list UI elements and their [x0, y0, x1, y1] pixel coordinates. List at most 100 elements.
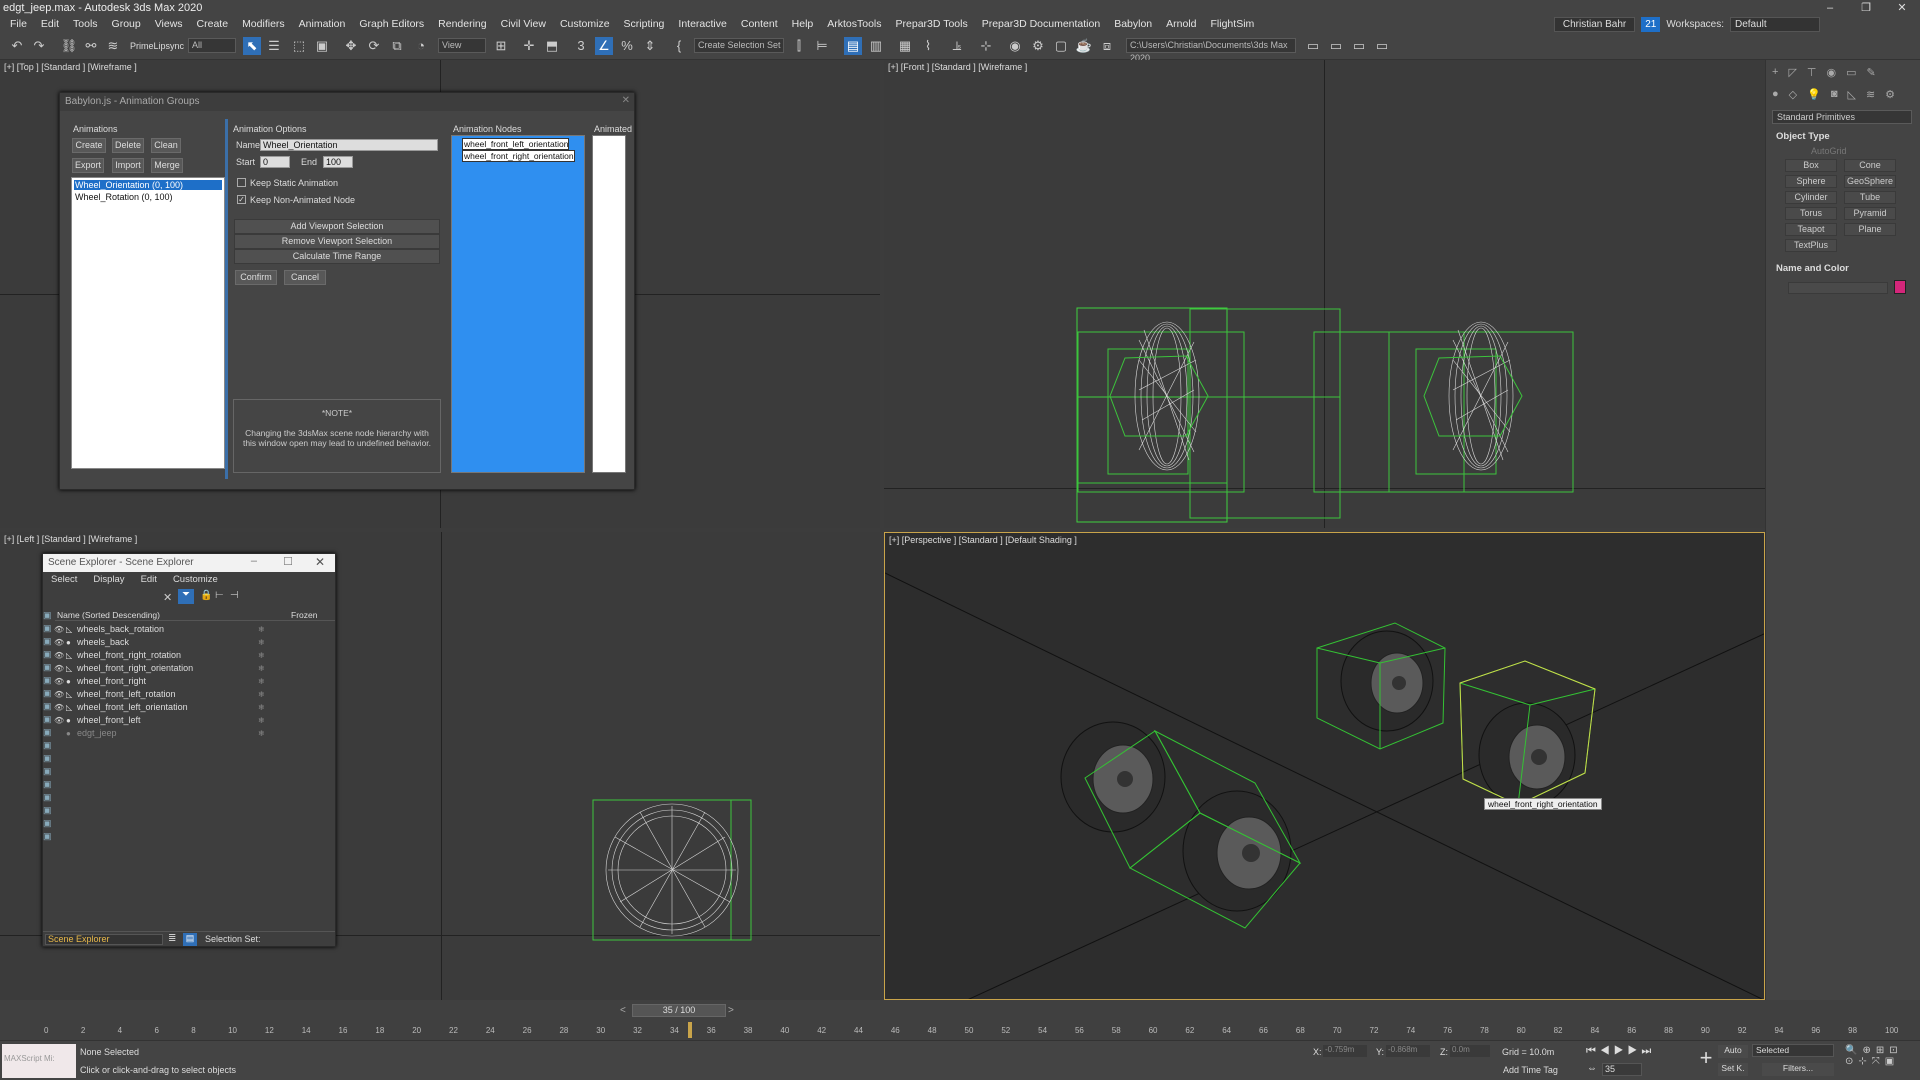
frozen-icon[interactable]: ❄: [258, 623, 265, 636]
scene-explorer-icon[interactable]: ▤: [844, 37, 862, 55]
notification-badge[interactable]: 21: [1641, 16, 1661, 32]
calculate-time-range-button[interactable]: Calculate Time Range: [234, 249, 440, 264]
spacewarps-icon[interactable]: ≋: [1866, 88, 1875, 102]
frozen-icon[interactable]: ❄: [258, 727, 265, 740]
table-row[interactable]: 👁 ● wheels_back ❄: [53, 636, 279, 649]
import-button[interactable]: Import: [112, 158, 144, 173]
create-tab-icon[interactable]: +: [1772, 66, 1778, 80]
menu-edit[interactable]: Edit: [34, 18, 66, 30]
lock-icon[interactable]: 🔒: [200, 590, 212, 601]
menu-customize[interactable]: Customize: [553, 18, 617, 30]
frozen-icon[interactable]: ❄: [258, 701, 265, 714]
scene-explorer-maximize-icon[interactable]: ☐: [283, 555, 293, 568]
splitter[interactable]: [225, 119, 228, 479]
scene-explorer-close-icon[interactable]: ✕: [315, 555, 325, 569]
tube-button[interactable]: Tube: [1844, 191, 1896, 204]
dialog-close-icon[interactable]: ✕: [622, 95, 630, 106]
export-button[interactable]: Export: [72, 158, 104, 173]
primitives-select[interactable]: Standard Primitives: [1772, 110, 1912, 124]
se-menu-customize[interactable]: Customize: [173, 573, 218, 587]
menu-file[interactable]: File: [3, 18, 34, 30]
key-filter-select[interactable]: Selected: [1752, 1044, 1834, 1057]
table-row[interactable]: 👁 ◺ wheel_front_right_orientation ❄: [53, 662, 279, 675]
select-object-icon[interactable]: ⬉: [243, 37, 261, 55]
user-account-button[interactable]: Christian Bahr: [1553, 16, 1636, 32]
rotate-icon[interactable]: ⟳: [365, 37, 383, 55]
visibility-icon[interactable]: 👁: [54, 662, 64, 675]
frozen-icon[interactable]: ❄: [258, 636, 265, 649]
menu-modifiers[interactable]: Modifiers: [235, 18, 292, 30]
frozen-icon[interactable]: ❄: [258, 649, 265, 662]
curve-editor-icon[interactable]: ⌇: [919, 37, 937, 55]
edit-named-sel-icon[interactable]: {: [670, 37, 688, 55]
menu-graph-editors[interactable]: Graph Editors: [352, 18, 431, 30]
table-row[interactable]: ● edgt_jeep ❄: [53, 727, 279, 740]
angle-snap-icon[interactable]: ∠: [595, 37, 613, 55]
spinner-snap-icon[interactable]: ⇕: [641, 37, 659, 55]
object-type-rollout[interactable]: Object Type: [1772, 130, 1912, 144]
frozen-icon[interactable]: ❄: [258, 688, 265, 701]
ribbon-icon[interactable]: ▦: [896, 37, 914, 55]
geometry-icon[interactable]: ●: [1772, 88, 1779, 102]
menu-prepar3d-tools[interactable]: Prepar3D Tools: [889, 18, 975, 30]
mirror-icon[interactable]: ⫿: [790, 37, 808, 55]
percent-snap-icon[interactable]: %: [618, 37, 636, 55]
key-filters-button[interactable]: Filters...: [1762, 1063, 1834, 1076]
render-online-icon[interactable]: ⧈: [1098, 37, 1116, 55]
key-mode-icon[interactable]: ⇔: [1587, 1063, 1597, 1074]
menu-scripting[interactable]: Scripting: [617, 18, 672, 30]
pivot-icon[interactable]: ⊞: [492, 37, 510, 55]
table-row[interactable]: 👁 ◺ wheel_front_left_rotation ❄: [53, 688, 279, 701]
named-selection-set-select[interactable]: Create Selection Set: [694, 38, 784, 53]
y-coord-field[interactable]: -0.868m: [1386, 1045, 1430, 1057]
visibility-icon[interactable]: 👁: [54, 714, 64, 727]
project-path-field[interactable]: C:\Users\Christian\Documents\3ds Max 202…: [1126, 38, 1296, 63]
viewport-front[interactable]: [+] [Front ] [Standard ] [Wireframe ]: [884, 60, 1765, 528]
move-icon[interactable]: ✥: [342, 37, 360, 55]
menu-arktostools[interactable]: ArktosTools: [820, 18, 888, 30]
menu-rendering[interactable]: Rendering: [431, 18, 493, 30]
save-folder-icon[interactable]: ▭: [1350, 37, 1368, 55]
utilities-tab-icon[interactable]: ✎: [1867, 66, 1876, 80]
viewport-perspective[interactable]: [+] [Perspective ] [Standard ] [Default …: [884, 532, 1765, 1000]
workspace-select[interactable]: Default: [1730, 16, 1820, 32]
undo-icon[interactable]: ↶: [8, 37, 26, 55]
systems-icon[interactable]: ⚙: [1885, 88, 1895, 102]
remove-viewport-selection-button[interactable]: Remove Viewport Selection: [234, 234, 440, 249]
x-coord-field[interactable]: -0.759m: [1323, 1045, 1367, 1057]
table-row[interactable]: 👁 ● wheel_front_left ❄: [53, 714, 279, 727]
sphere-button[interactable]: Sphere: [1785, 175, 1837, 188]
render-setup-icon[interactable]: ⚙: [1029, 37, 1047, 55]
snaps-toggle-icon[interactable]: 3: [572, 37, 590, 55]
scene-explorer-minimize-icon[interactable]: –: [251, 555, 257, 567]
merge-button[interactable]: Merge: [151, 158, 183, 173]
delete-button[interactable]: Delete: [112, 138, 144, 153]
select-by-name-icon[interactable]: ☰: [265, 37, 283, 55]
viewport-top-label[interactable]: [+] [Top ] [Standard ] [Wireframe ]: [4, 62, 137, 72]
animated-list[interactable]: [592, 135, 626, 473]
cancel-button[interactable]: Cancel: [284, 270, 326, 285]
frozen-icon[interactable]: ❄: [258, 662, 265, 675]
teapot-button[interactable]: Teapot: [1785, 223, 1837, 236]
explorer-select[interactable]: Scene Explorer: [45, 934, 163, 945]
tree-node[interactable]: wheel_front_left_orientation: [462, 138, 570, 150]
manipulate-icon[interactable]: ✛: [520, 37, 538, 55]
dope-sheet-icon[interactable]: ⫡: [948, 37, 966, 55]
display-tab-icon[interactable]: ▭: [1846, 66, 1856, 80]
layer-explorer-icon[interactable]: ▥: [867, 37, 885, 55]
schematic-view-icon[interactable]: ⊹: [977, 37, 995, 55]
playback-controls[interactable]: ⏮◀▶▶⏭: [1586, 1045, 1655, 1058]
menu-group[interactable]: Group: [105, 18, 148, 30]
next-frame-icon[interactable]: >: [728, 1005, 734, 1016]
clear-search-icon[interactable]: ✕: [163, 591, 172, 604]
list-item[interactable]: Wheel_Rotation (0, 100): [74, 192, 222, 202]
se-menu-edit[interactable]: Edit: [141, 573, 157, 587]
pyramid-button[interactable]: Pyramid: [1844, 207, 1896, 220]
modify-tab-icon[interactable]: ◸: [1788, 66, 1796, 80]
create-button[interactable]: Create: [72, 138, 106, 153]
animation-nodes-tree[interactable]: wheel_front_left_orientation wheel_front…: [451, 135, 585, 473]
keep-non-animated-checkbox[interactable]: ✓: [237, 195, 246, 204]
se-menu-select[interactable]: Select: [51, 573, 77, 587]
unlink-icon[interactable]: ⚯: [82, 37, 100, 55]
extra-folder-icon[interactable]: ▭: [1373, 37, 1391, 55]
